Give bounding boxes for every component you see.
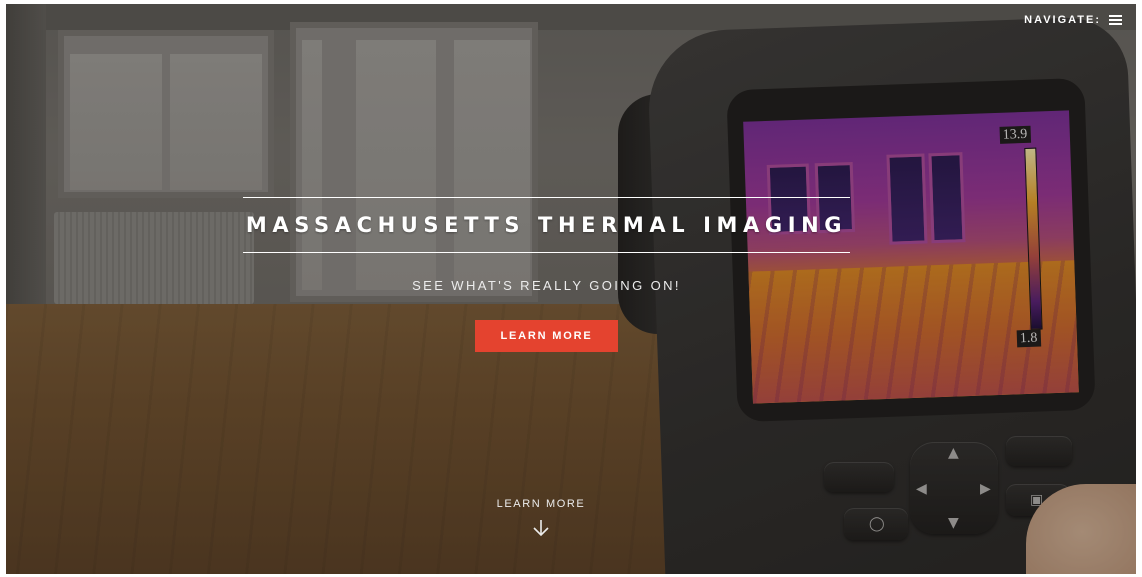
hero-subtitle: SEE WHAT'S REALLY GOING ON! [412,278,681,293]
scroll-down-label: LEARN MORE [496,498,586,510]
hero-title-block: MASSACHUSETTS THERMAL IMAGING [243,197,850,253]
navigate-label: NAVIGATE: [1024,14,1101,26]
arrow-down-icon[interactable] [532,519,550,537]
scroll-down-link[interactable]: LEARN MORE [441,498,641,537]
hero-section: 13.9 1.8 ◯ ▣ ▲ ▼ ◀ ▶ NAVIGATE: MASSACHUS… [6,4,1136,574]
learn-more-button[interactable]: LEARN MORE [475,320,618,352]
hero-title: MASSACHUSETTS THERMAL IMAGING [245,213,848,237]
hamburger-menu-icon[interactable] [1109,15,1122,25]
navigate-menu-toggle[interactable]: NAVIGATE: [1024,14,1122,26]
